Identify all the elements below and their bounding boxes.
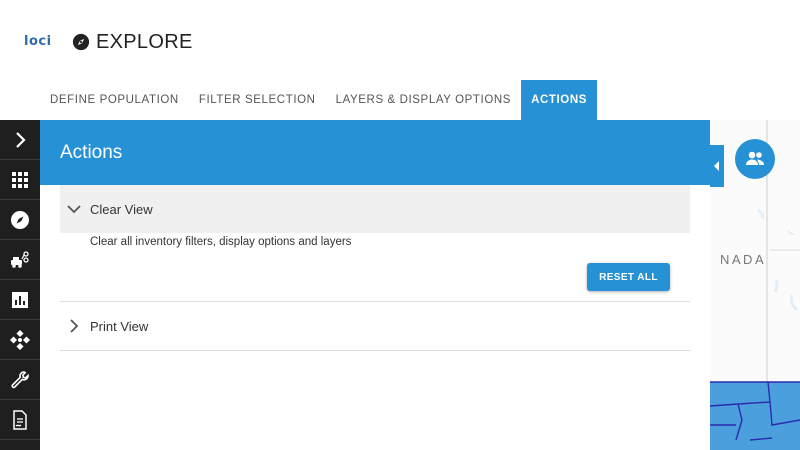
sidebar-item-explore[interactable] bbox=[0, 200, 40, 240]
users-icon bbox=[746, 151, 764, 165]
app-header: loci EXPLORE bbox=[0, 0, 800, 80]
sidebar-item-fleet[interactable] bbox=[0, 240, 40, 280]
panel-header: Actions bbox=[40, 120, 710, 185]
map-view[interactable]: NADA bbox=[710, 120, 800, 450]
tab-layers-display-options[interactable]: LAYERS & DISPLAY OPTIONS bbox=[326, 80, 521, 120]
tab-define-population[interactable]: DEFINE POPULATION bbox=[40, 80, 189, 120]
chevron-right-icon bbox=[16, 131, 26, 148]
sidebar bbox=[0, 120, 40, 450]
collapse-panel-tab[interactable] bbox=[710, 145, 724, 187]
print-view-accordion-header[interactable]: Print View bbox=[60, 302, 690, 350]
sidebar-item-apps[interactable] bbox=[0, 160, 40, 200]
sidebar-expand-button[interactable] bbox=[0, 120, 40, 160]
panel-title: Actions bbox=[60, 141, 123, 163]
chevron-down-icon bbox=[67, 205, 81, 214]
compass-icon bbox=[11, 210, 29, 229]
clear-view-description: Clear all inventory filters, display opt… bbox=[90, 236, 352, 248]
page-title: EXPLORE bbox=[96, 31, 193, 53]
sidebar-item-documents[interactable] bbox=[0, 400, 40, 440]
report-icon bbox=[13, 409, 27, 430]
map-country-label: NADA bbox=[720, 252, 767, 267]
grid-icon bbox=[12, 171, 28, 188]
actions-panel: Actions Clear View Clear all inventory f… bbox=[40, 120, 710, 450]
sidebar-item-tools[interactable] bbox=[0, 360, 40, 400]
clear-view-accordion-header[interactable]: Clear View bbox=[60, 185, 690, 233]
caret-left-icon bbox=[714, 161, 719, 171]
wrench-icon bbox=[11, 370, 29, 388]
users-button[interactable] bbox=[735, 139, 775, 179]
tab-bar: DEFINE POPULATION FILTER SELECTION LAYER… bbox=[40, 80, 598, 120]
vehicle-network-icon bbox=[11, 250, 29, 268]
section-divider bbox=[60, 350, 690, 351]
sidebar-item-reports[interactable] bbox=[0, 280, 40, 320]
chevron-right-icon bbox=[70, 319, 79, 333]
compass-icon bbox=[72, 33, 90, 51]
tab-filter-selection[interactable]: FILTER SELECTION bbox=[189, 80, 326, 120]
network-diamond-icon bbox=[10, 329, 30, 350]
bar-chart-icon bbox=[12, 291, 28, 308]
print-view-label: Print View bbox=[90, 318, 149, 334]
clear-view-label: Clear View bbox=[90, 201, 153, 217]
sidebar-item-network[interactable] bbox=[0, 320, 40, 360]
reset-all-button[interactable]: RESET ALL bbox=[587, 263, 670, 291]
tab-actions[interactable]: ACTIONS bbox=[521, 80, 598, 120]
app-logo[interactable]: loci bbox=[24, 34, 52, 49]
